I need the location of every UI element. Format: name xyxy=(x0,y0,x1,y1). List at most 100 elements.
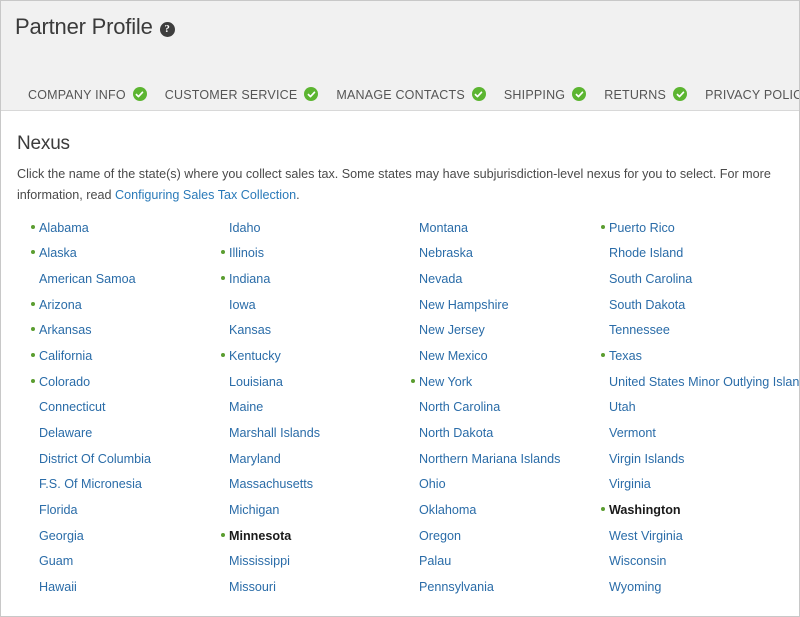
state-name-link[interactable]: Marshall Islands xyxy=(229,427,320,440)
state-row[interactable]: Vermont xyxy=(587,427,797,453)
state-row[interactable]: Rhode Island xyxy=(587,247,797,273)
state-row[interactable]: Kansas xyxy=(207,324,397,350)
state-row[interactable]: Delaware xyxy=(17,427,207,453)
state-row[interactable]: Puerto Rico xyxy=(587,222,797,248)
tab-privacy-policy[interactable]: PRIVACY POLICY xyxy=(696,68,800,110)
help-icon[interactable]: ? xyxy=(160,22,175,37)
state-name-link[interactable]: Ohio xyxy=(419,478,446,491)
state-name-link[interactable]: Palau xyxy=(419,555,451,568)
state-row[interactable]: North Carolina xyxy=(397,401,587,427)
state-row[interactable]: Louisiana xyxy=(207,376,397,402)
state-name-link[interactable]: Massachusetts xyxy=(229,478,313,491)
state-row[interactable]: Utah xyxy=(587,401,797,427)
state-name-link[interactable]: Maryland xyxy=(229,453,281,466)
state-row[interactable]: Oklahoma xyxy=(397,504,587,530)
tab-customer-service[interactable]: CUSTOMER SERVICE xyxy=(156,68,328,110)
state-row[interactable]: New Hampshire xyxy=(397,299,587,325)
state-name-link[interactable]: West Virginia xyxy=(609,530,683,543)
state-name-link[interactable]: Colorado xyxy=(39,376,90,389)
state-row[interactable]: Mississippi xyxy=(207,555,397,581)
state-row[interactable]: Maine xyxy=(207,401,397,427)
state-name-link[interactable]: Northern Mariana Islands xyxy=(419,453,560,466)
state-name-link[interactable]: North Carolina xyxy=(419,401,500,414)
state-name-link[interactable]: Virgin Islands xyxy=(609,453,684,466)
tab-company-info[interactable]: COMPANY INFO xyxy=(19,68,156,110)
state-name-link[interactable]: Puerto Rico xyxy=(609,222,675,235)
state-name-link[interactable]: New York xyxy=(419,376,472,389)
state-name-link[interactable]: Nebraska xyxy=(419,247,473,260)
state-row[interactable]: American Samoa xyxy=(17,273,207,299)
state-name-link[interactable]: Montana xyxy=(419,222,468,235)
tab-shipping[interactable]: SHIPPING xyxy=(495,68,595,110)
state-row[interactable]: Pennsylvania xyxy=(397,581,587,607)
state-name-link[interactable]: Florida xyxy=(39,504,78,517)
state-name-link[interactable]: Louisiana xyxy=(229,376,283,389)
state-name-link[interactable]: South Dakota xyxy=(609,299,685,312)
state-name-link[interactable]: Pennsylvania xyxy=(419,581,494,594)
state-name-link[interactable]: Kansas xyxy=(229,324,271,337)
state-name-link[interactable]: Maine xyxy=(229,401,263,414)
state-name-link[interactable]: Arkansas xyxy=(39,324,92,337)
state-name-link[interactable]: Hawaii xyxy=(39,581,77,594)
state-name-link[interactable]: Iowa xyxy=(229,299,256,312)
state-name-link[interactable]: Mississippi xyxy=(229,555,290,568)
state-name-link[interactable]: New Jersey xyxy=(419,324,485,337)
state-row[interactable]: Arizona xyxy=(17,299,207,325)
state-row[interactable]: Missouri xyxy=(207,581,397,607)
state-name-link[interactable]: Rhode Island xyxy=(609,247,683,260)
state-row[interactable]: Palau xyxy=(397,555,587,581)
state-row[interactable]: Arkansas xyxy=(17,324,207,350)
state-name-link[interactable]: Vermont xyxy=(609,427,656,440)
state-name-link[interactable]: New Hampshire xyxy=(419,299,509,312)
state-row[interactable]: Virgin Islands xyxy=(587,453,797,479)
state-name-link[interactable]: Wyoming xyxy=(609,581,661,594)
state-name-link[interactable]: Nevada xyxy=(419,273,462,286)
state-name-link[interactable]: Michigan xyxy=(229,504,279,517)
state-name-link[interactable]: Illinois xyxy=(229,247,264,260)
state-name-link[interactable]: Washington xyxy=(609,504,681,517)
state-name-link[interactable]: Kentucky xyxy=(229,350,281,363)
state-name-link[interactable]: California xyxy=(39,350,92,363)
state-row[interactable]: Texas xyxy=(587,350,797,376)
state-row[interactable]: Georgia xyxy=(17,530,207,556)
state-row[interactable]: Minnesota xyxy=(207,530,397,556)
tab-manage-contacts[interactable]: MANAGE CONTACTS xyxy=(327,68,494,110)
state-row[interactable]: United States Minor Outlying Islands xyxy=(587,376,797,402)
state-row[interactable]: Michigan xyxy=(207,504,397,530)
state-name-link[interactable]: Oklahoma xyxy=(419,504,476,517)
state-row[interactable]: Connecticut xyxy=(17,401,207,427)
state-row[interactable]: South Carolina xyxy=(587,273,797,299)
state-row[interactable]: Tennessee xyxy=(587,324,797,350)
state-row[interactable]: Wisconsin xyxy=(587,555,797,581)
state-row[interactable]: F.S. Of Micronesia xyxy=(17,478,207,504)
state-row[interactable]: Northern Mariana Islands xyxy=(397,453,587,479)
state-row[interactable]: Alabama xyxy=(17,222,207,248)
state-row[interactable]: North Dakota xyxy=(397,427,587,453)
state-name-link[interactable]: Virginia xyxy=(609,478,651,491)
configuring-sales-tax-collection-link[interactable]: Configuring Sales Tax Collection xyxy=(115,188,296,202)
state-row[interactable]: Nevada xyxy=(397,273,587,299)
state-name-link[interactable]: Guam xyxy=(39,555,73,568)
state-row[interactable]: South Dakota xyxy=(587,299,797,325)
state-row[interactable]: Marshall Islands xyxy=(207,427,397,453)
state-row[interactable]: California xyxy=(17,350,207,376)
state-name-link[interactable]: Georgia xyxy=(39,530,84,543)
state-name-link[interactable]: Indiana xyxy=(229,273,270,286)
state-row[interactable]: Nebraska xyxy=(397,247,587,273)
state-name-link[interactable]: Missouri xyxy=(229,581,276,594)
state-row[interactable]: New Mexico xyxy=(397,350,587,376)
state-row[interactable]: Idaho xyxy=(207,222,397,248)
state-row[interactable]: District Of Columbia xyxy=(17,453,207,479)
state-row[interactable]: Oregon xyxy=(397,530,587,556)
state-name-link[interactable]: District Of Columbia xyxy=(39,453,151,466)
state-row[interactable]: Colorado xyxy=(17,376,207,402)
state-row[interactable]: Alaska xyxy=(17,247,207,273)
state-row[interactable]: Washington xyxy=(587,504,797,530)
tab-returns[interactable]: RETURNS xyxy=(595,68,696,110)
state-name-link[interactable]: New Mexico xyxy=(419,350,488,363)
state-name-link[interactable]: Utah xyxy=(609,401,636,414)
state-row[interactable]: New York xyxy=(397,376,587,402)
state-name-link[interactable]: Alabama xyxy=(39,222,89,235)
state-name-link[interactable]: Oregon xyxy=(419,530,461,543)
state-row[interactable]: Maryland xyxy=(207,453,397,479)
